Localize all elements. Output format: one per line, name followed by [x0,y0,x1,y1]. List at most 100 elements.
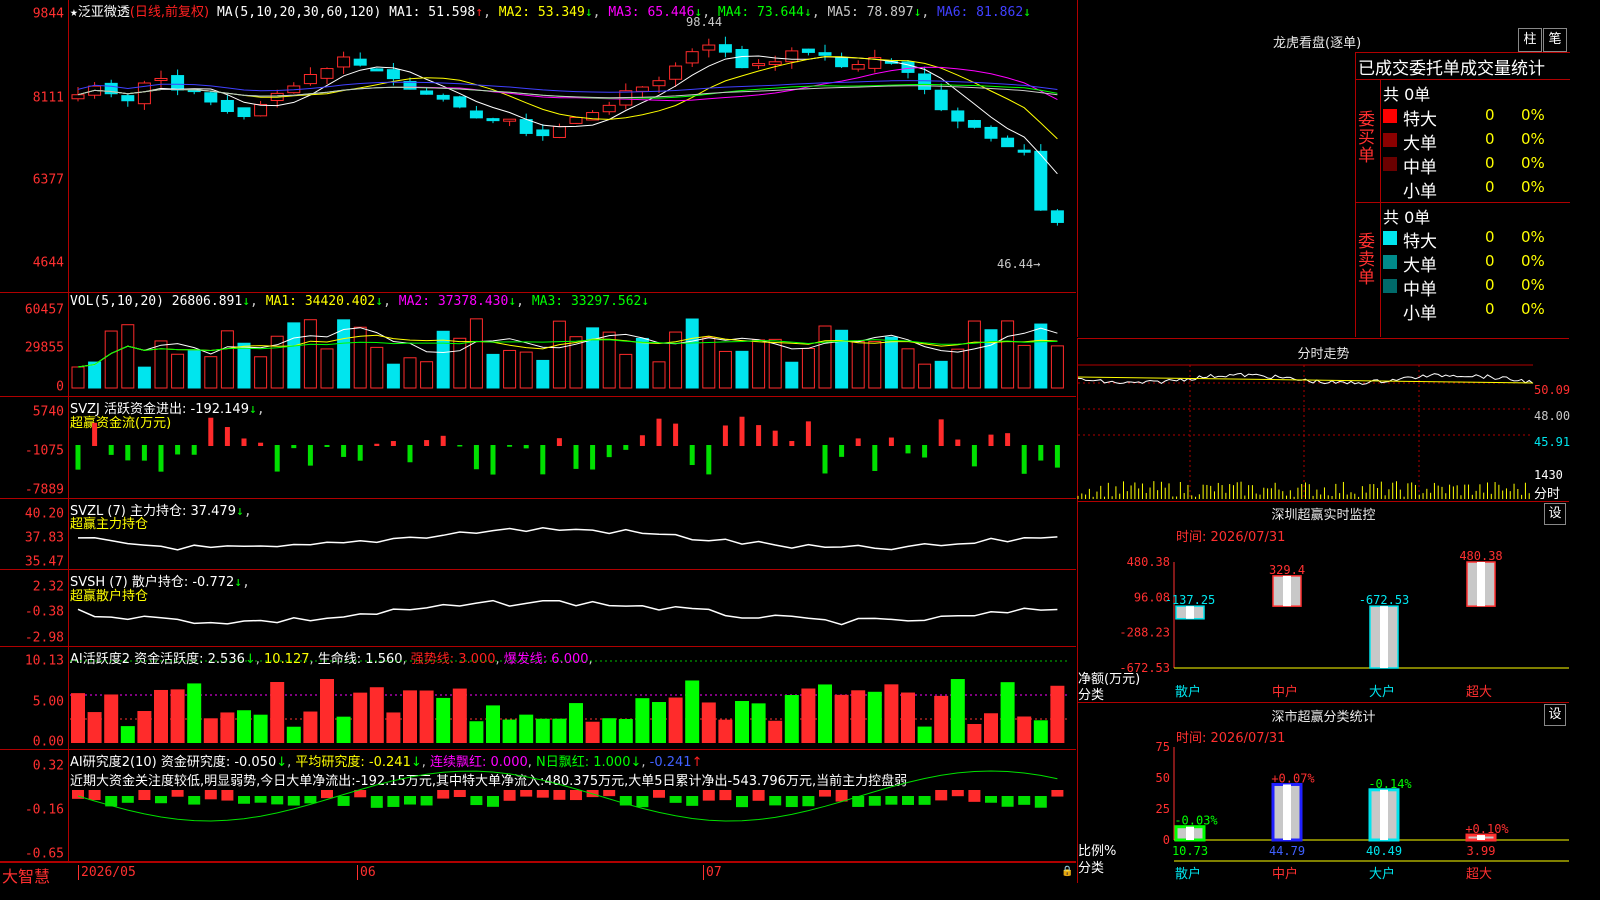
svzj-panel[interactable]: 5740 -1075 -7889 SVZJ 活跃资金进出: -192.149↓,… [0,397,1076,499]
flow-bar [424,440,430,446]
order-count: 0 [1485,154,1495,172]
flow-bar [208,417,214,446]
volume-bar [420,361,434,389]
ratio-value-label: 3.99 [1467,844,1496,858]
ai-activity-chart[interactable] [0,647,1076,749]
category-label: 大户 [1369,684,1395,700]
candle-body [851,64,865,70]
net-bar-highlight [1380,606,1388,668]
ai-research-panel[interactable]: 0.32 -0.16 -0.65 AI研究度2(10) 资金研究度: -0.05… [0,750,1076,862]
flow-bar [722,425,728,446]
activity-bar [203,718,218,743]
flow-bar [888,437,894,446]
flow-bar [1021,445,1027,474]
flow-bar [739,416,745,446]
research-bar [238,796,250,804]
flow-bar [623,445,629,450]
classify-chart[interactable]: 75 50 25 0 -0.03% 10.73 散户 +0.07% 44.79 中户 -0.14% 4… [1078,703,1569,883]
activity-bar [452,688,467,743]
research-bar [155,796,167,804]
volume-bar [237,342,251,389]
price-panel[interactable]: 9844 8111 6377 4644 ★泛亚微透(日线,前复权) MA(5,1… [0,0,1076,293]
flow-bar [374,443,380,446]
activity-bar [950,679,965,743]
research-bar [171,790,184,797]
volume-bar [1034,323,1048,389]
order-count: 0 [1485,228,1495,246]
activity-bar [718,719,733,743]
ai-research-chart[interactable] [0,750,1076,861]
order-row: 大单 0 0% [1383,251,1570,276]
candle-body [1017,149,1031,153]
candle-body [702,44,716,51]
svzj-chart[interactable] [0,397,1076,498]
candle-body [303,74,317,85]
candle-body [436,94,450,100]
candle-body [220,99,234,112]
volume-bar [1001,320,1015,389]
candle-body [934,89,948,111]
activity-bar [386,712,401,743]
flow-bar [141,445,147,461]
activity-bar [436,697,451,743]
activity-bar [1050,685,1065,743]
research-bar [918,796,931,805]
svzl-panel[interactable]: 40.20 37.83 35.47 SVZL (7) 主力持仓: 37.479↓… [0,499,1076,570]
order-type: 中单 [1403,280,1437,300]
order-pct: 0% [1521,300,1545,318]
color-swatch [1383,255,1397,269]
flow-bar [606,445,612,458]
sell-side-label: 委卖单 [1358,232,1375,288]
activity-bar [967,724,982,743]
intraday-chart[interactable] [1077,339,1569,501]
candle-body [1050,210,1064,223]
candlestick-chart[interactable] [0,0,1076,292]
longhu-panel: 龙虎看盘(逐单) 柱 笔 已成交委托单成交量统计 委买单 共 0单 特大 0 0% 大… [1077,0,1570,337]
order-pct: 0% [1521,228,1545,246]
svsh-chart[interactable] [0,570,1076,646]
color-swatch [1383,109,1397,123]
candle-body [569,116,583,124]
tick-mode-button[interactable]: 笔 [1543,28,1567,52]
buy-side-label: 委买单 [1358,110,1375,166]
monitor-panel[interactable]: 深圳超赢实时监控 设 时间: 2026/07/31 480.38 96.08 -28… [1077,501,1569,703]
volume-chart[interactable] [0,293,1076,396]
activity-bar [253,714,268,743]
research-bar [221,790,234,801]
category-label: 超大 [1466,867,1492,882]
flow-bar [75,445,81,470]
longhu-table: 已成交委托单成交量统计 委买单 共 0单 特大 0 0% 大单 0 0% 中单 0 0% 小单 0 0… [1355,52,1570,337]
monitor-chart[interactable]: 480.3896.08-288.23-672.53-137.25散户329.4中… [1078,502,1569,702]
category-label: 超大 [1466,685,1492,700]
research-bar [1051,790,1064,797]
fenshi-panel[interactable]: 分时走势 50.09 48.00 45.91 1430 分时 [1077,338,1570,502]
bar-mode-button[interactable]: 柱 [1518,28,1542,52]
activity-bar [353,692,368,743]
candle-body [204,92,218,103]
volume-bar [171,353,185,389]
research-bar [204,790,217,800]
svsh-panel[interactable]: 2.32 -0.38 -2.98 SVSH (7) 散户持仓: -0.772↓,… [0,570,1076,647]
activity-bar [784,695,799,743]
volume-bar [868,340,882,389]
volume-bar [752,339,766,389]
activity-bar [652,702,666,743]
volume-bar [586,327,600,389]
volume-bar [104,330,118,389]
volume-bar [785,361,799,389]
ai-activity-panel[interactable]: 10.13 5.00 0.00 AI活跃度2 资金活跃度: 2.536↓, 10… [0,647,1076,750]
volume-bar [453,337,467,389]
volume-bar [884,336,898,389]
classify-panel[interactable]: 深市超赢分类统计 设 时间: 2026/07/31 75 50 25 0 -0.03% 1… [1077,702,1569,883]
lock-icon[interactable]: 🔒 [1061,866,1073,877]
activity-bar [419,690,434,743]
volume-panel[interactable]: 60457 29855 0 VOL(5,10,20) 26806.891↓, M… [0,293,1076,397]
candle-body [337,56,351,68]
svzl-chart[interactable] [0,499,1076,569]
activity-bar [884,684,899,743]
research-bar [785,796,798,808]
color-swatch [1383,133,1397,147]
activity-bar [170,689,185,743]
volume-bar [370,346,384,389]
category-label: 散户 [1175,866,1201,882]
